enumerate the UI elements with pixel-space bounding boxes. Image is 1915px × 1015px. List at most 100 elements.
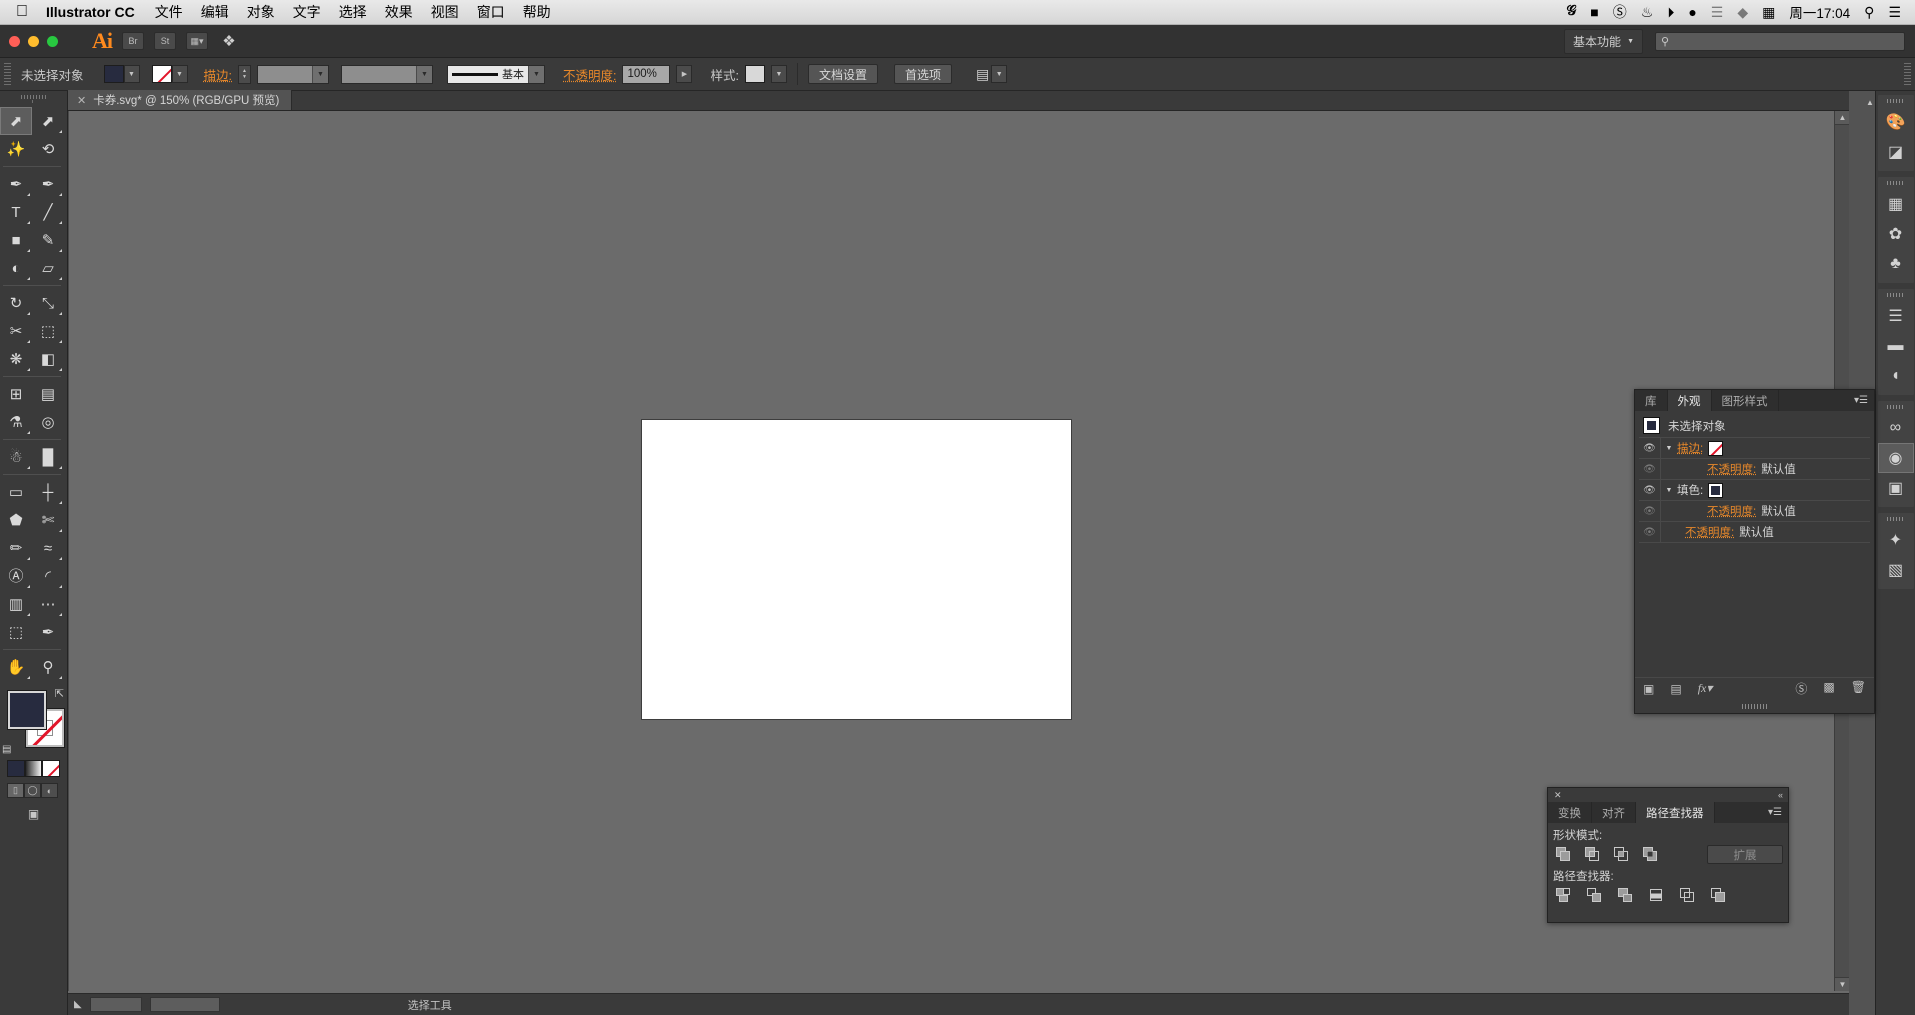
merge-icon[interactable] bbox=[1615, 886, 1635, 905]
close-icon[interactable]: ✕ bbox=[1554, 790, 1562, 801]
area-type-tool[interactable]: Ⓐ bbox=[0, 562, 32, 590]
smooth-tool[interactable]: ≈ bbox=[32, 534, 64, 562]
fill-swatch[interactable] bbox=[103, 65, 124, 83]
swatches-icon[interactable]: ▦ bbox=[1878, 189, 1914, 219]
divide-icon[interactable] bbox=[1553, 886, 1573, 905]
measure-tool[interactable]: ⋯ bbox=[32, 590, 64, 618]
appearance-opacity-label[interactable]: 不透明度: bbox=[1707, 503, 1756, 519]
rectangle-tool[interactable]: ■ bbox=[0, 226, 32, 254]
direct-selection-tool[interactable]: ⬈ bbox=[32, 107, 64, 135]
blend-tool[interactable]: ◎ bbox=[32, 408, 64, 436]
stroke-profile-combo[interactable]: ▼ bbox=[341, 64, 433, 84]
menu-file[interactable]: 文件 bbox=[155, 2, 183, 22]
stock-button[interactable]: St bbox=[154, 32, 176, 50]
artboard-navigator[interactable] bbox=[149, 997, 220, 1012]
screen-mode-icon[interactable]: ▣ bbox=[23, 806, 45, 822]
status-grip-icon[interactable]: ◣ bbox=[74, 999, 82, 1010]
minus-back-icon[interactable] bbox=[1708, 886, 1728, 905]
align-icon[interactable]: ▤ bbox=[976, 66, 989, 83]
stroke-icon[interactable]: ☰ bbox=[1878, 301, 1914, 331]
outline-icon[interactable] bbox=[1677, 886, 1697, 905]
gradient-mode-button[interactable] bbox=[24, 760, 43, 777]
arc-tool[interactable]: ◜ bbox=[32, 562, 64, 590]
dock-group-grip[interactable] bbox=[1886, 405, 1905, 409]
appearance-opacity-label[interactable]: 不透明度: bbox=[1685, 524, 1734, 540]
appearance-stroke-label[interactable]: 描边: bbox=[1677, 440, 1703, 456]
zoom-level-combo[interactable] bbox=[89, 997, 142, 1012]
chevron-down-icon[interactable]: ▼ bbox=[528, 65, 544, 83]
appearance-row-object-opacity[interactable]: 👁 不透明度: 默认值 bbox=[1639, 522, 1870, 543]
menu-help[interactable]: 帮助 bbox=[523, 2, 551, 22]
menu-select[interactable]: 选择 bbox=[339, 2, 367, 22]
dock-group-grip[interactable] bbox=[1886, 517, 1905, 521]
tab-pathfinder[interactable]: 路径查找器 bbox=[1636, 802, 1715, 823]
document-setup-button[interactable]: 文档设置 bbox=[807, 64, 878, 84]
tab-graphic-styles[interactable]: 图形样式 bbox=[1712, 390, 1779, 411]
scroll-up-icon[interactable]: ▲ bbox=[1835, 111, 1849, 125]
perspective-grid-tool[interactable]: ◧ bbox=[32, 345, 64, 373]
fill-dropdown-icon[interactable]: ▼ bbox=[123, 65, 140, 83]
magic-wand-tool[interactable]: ✨ bbox=[0, 135, 32, 163]
fill-proxy[interactable] bbox=[8, 691, 46, 729]
macos-clock[interactable]: 周一17:04 bbox=[1789, 2, 1850, 22]
bridge-button[interactable]: Br bbox=[122, 32, 144, 50]
artboard-tool[interactable]: ▭ bbox=[0, 478, 32, 506]
search-icon[interactable]: ⚲ bbox=[1864, 5, 1874, 19]
artboards-icon[interactable]: ▧ bbox=[1878, 555, 1914, 585]
color-guide-icon[interactable]: ◪ bbox=[1878, 137, 1914, 167]
add-new-stroke-icon[interactable]: ▣ bbox=[1643, 682, 1654, 696]
appearance-fill-label[interactable]: 填色: bbox=[1677, 482, 1703, 498]
window-maximize-button[interactable] bbox=[47, 35, 58, 47]
shape-builder-tool[interactable]: ❋ bbox=[0, 345, 32, 373]
eye-icon[interactable]: 👁 bbox=[1639, 501, 1661, 521]
intersect-icon[interactable] bbox=[1611, 845, 1631, 864]
align-dropdown-icon[interactable]: ▼ bbox=[991, 65, 1008, 83]
minus-front-icon[interactable] bbox=[1582, 845, 1602, 864]
tab-appearance[interactable]: 外观 bbox=[1667, 390, 1712, 411]
appearance-row-stroke-opacity[interactable]: 👁 不透明度: 默认值 bbox=[1639, 459, 1870, 480]
duplicate-item-icon[interactable]: ▩ bbox=[1823, 680, 1834, 697]
hand-tool[interactable]: ✋ bbox=[0, 653, 32, 681]
close-icon[interactable]: ✕ bbox=[77, 94, 86, 107]
stroke-swatch[interactable] bbox=[151, 65, 172, 83]
opacity-flyout-icon[interactable]: ▶ bbox=[676, 65, 693, 83]
brushes-icon[interactable]: ✿ bbox=[1878, 219, 1914, 249]
tab-transform[interactable]: 变换 bbox=[1548, 802, 1592, 823]
collapse-panel-icon[interactable]: « bbox=[1778, 790, 1783, 800]
width-tool[interactable]: ✂ bbox=[0, 317, 32, 345]
cc-libraries-icon[interactable]: ∞ bbox=[1878, 413, 1914, 443]
line-segment-tool[interactable]: ╱ bbox=[32, 198, 64, 226]
exclude-icon[interactable] bbox=[1640, 845, 1660, 864]
eye-icon[interactable]: 👁 bbox=[1639, 438, 1661, 458]
battery-icon[interactable]: ■ bbox=[1590, 5, 1598, 19]
puppet-warp-tool[interactable]: ⬟ bbox=[0, 506, 32, 534]
expand-button[interactable]: 扩展 bbox=[1707, 845, 1783, 864]
appearance-opacity-label[interactable]: 不透明度: bbox=[1707, 461, 1756, 477]
opacity-value-field[interactable]: 100% bbox=[622, 64, 671, 84]
clear-appearance-icon[interactable]: Ⓢ bbox=[1795, 680, 1807, 697]
pencil-tool[interactable]: ✏ bbox=[0, 534, 32, 562]
transparency-icon[interactable]: ◖ bbox=[1878, 361, 1914, 391]
align-control[interactable]: ▤ ▼ bbox=[976, 65, 1008, 83]
menu-object[interactable]: 对象 bbox=[247, 2, 275, 22]
delete-item-icon[interactable]: 🗑 bbox=[1851, 680, 1866, 697]
draw-normal-icon[interactable]: ▯ bbox=[7, 783, 24, 798]
appearance-row-stroke[interactable]: 👁 ▼ 描边: bbox=[1639, 438, 1870, 459]
fx-icon[interactable]: fx▾ bbox=[1698, 681, 1713, 696]
eye-icon[interactable]: 👁 bbox=[1639, 480, 1661, 500]
symbols-icon[interactable]: ♣ bbox=[1878, 249, 1914, 279]
gradient-tool[interactable]: ▤ bbox=[32, 380, 64, 408]
chevron-down-icon[interactable]: ▼ bbox=[416, 65, 432, 83]
tools-panel-grip[interactable] bbox=[0, 95, 67, 107]
window-minimize-button[interactable] bbox=[28, 35, 39, 47]
draw-behind-icon[interactable]: ◯ bbox=[24, 783, 41, 798]
swap-fill-stroke-icon[interactable]: ⇱ bbox=[55, 687, 64, 700]
control-bar-grip[interactable] bbox=[4, 63, 11, 85]
fill-color-control[interactable]: ▼ bbox=[103, 65, 140, 83]
graphic-style-dropdown-icon[interactable]: ▼ bbox=[770, 65, 787, 83]
scroll-down-icon[interactable]: ▼ bbox=[1835, 977, 1849, 991]
dock-group-grip[interactable] bbox=[1886, 181, 1905, 185]
add-new-fill-icon[interactable]: ▤ bbox=[1670, 682, 1681, 696]
none-mode-button[interactable] bbox=[42, 760, 61, 777]
eraser-tool[interactable]: ▱ bbox=[32, 254, 64, 282]
